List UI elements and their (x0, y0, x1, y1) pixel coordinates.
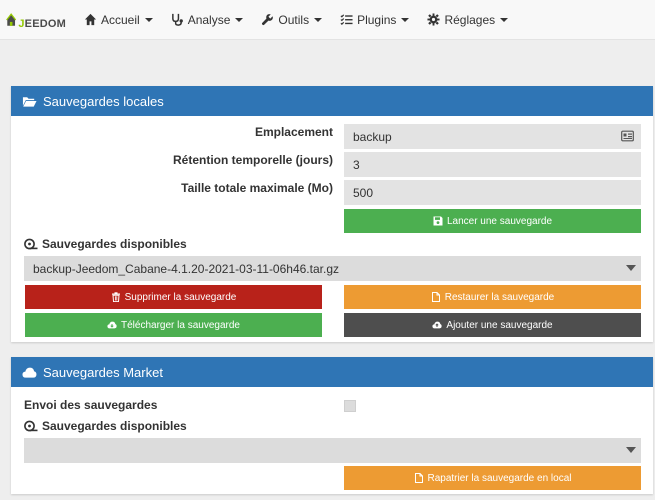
local-backups-title: Sauvegardes locales (43, 93, 164, 109)
local-backups-panel: Sauvegardes locales Emplacement backup R… (11, 86, 653, 342)
nav-plugins[interactable]: Plugins (340, 12, 410, 27)
location-value: backup (353, 129, 392, 144)
available-backups-label: Sauvegardes disponibles (24, 237, 187, 251)
location-row: Emplacement backup (11, 124, 653, 150)
max-size-value: 500 (353, 185, 374, 200)
file-icon (414, 473, 423, 483)
repatriate-backup-button[interactable]: Rapatrier la sauvegarde en local (344, 466, 641, 490)
chevron-down-icon (401, 17, 410, 22)
nav-accueil-label: Accueil (101, 12, 140, 27)
chevron-down-icon (626, 447, 636, 453)
available-backups-select[interactable]: backup-Jeedom_Cabane-4.1.20-2021-03-11-0… (24, 256, 641, 281)
selected-backup-value: backup-Jeedom_Cabane-4.1.20-2021-03-11-0… (33, 261, 339, 276)
stethoscope-icon (171, 13, 183, 26)
nav-reglages-label: Réglages (444, 12, 496, 27)
nav-outils-label: Outils (278, 12, 310, 27)
cloud-upload-icon (432, 321, 443, 329)
nav-reglages[interactable]: Réglages (427, 12, 509, 27)
house-logo-icon (6, 12, 17, 26)
launch-backup-button[interactable]: Lancer une sauvegarde (344, 209, 641, 233)
repatriate-backup-label: Rapatrier la sauvegarde en local (427, 472, 572, 484)
id-card-icon (621, 130, 634, 142)
cog-icon (427, 13, 440, 26)
retention-row: Rétention temporelle (jours) 3 (11, 152, 653, 178)
download-backup-label: Télécharger la sauvegarde (121, 319, 240, 331)
market-available-backups-label: Sauvegardes disponibles (24, 419, 187, 433)
retention-input[interactable]: 3 (344, 152, 641, 177)
launch-backup-label: Lancer une sauvegarde (446, 215, 553, 227)
cloud-download-icon (107, 321, 117, 329)
retention-label: Rétention temporelle (jours) (172, 153, 333, 167)
chevron-down-icon (626, 265, 636, 271)
delete-backup-label: Supprimer la sauvegarde (124, 291, 237, 303)
location-input[interactable]: backup (344, 124, 641, 149)
nav-outils[interactable]: Outils (261, 12, 323, 27)
archive-reel-icon (24, 238, 38, 250)
retention-value: 3 (353, 157, 360, 172)
market-backups-title: Sauvegardes Market (43, 364, 163, 380)
logo-text: JEEDOM (18, 17, 66, 30)
chevron-down-icon (500, 17, 509, 22)
nav-plugins-label: Plugins (357, 12, 397, 27)
send-backups-text: Envoi des sauvegardes (24, 398, 158, 412)
archive-reel-icon (24, 420, 38, 432)
restore-backup-button[interactable]: Restaurer la sauvegarde (344, 285, 641, 309)
nav-analyse[interactable]: Analyse (171, 13, 244, 27)
market-available-backups-text: Sauvegardes disponibles (42, 419, 187, 433)
max-size-label: Taille totale maximale (Mo) (181, 181, 333, 195)
nav-accueil[interactable]: Accueil (84, 13, 153, 27)
add-backup-button[interactable]: Ajouter une sauvegarde (344, 313, 641, 337)
tasks-icon (340, 14, 353, 25)
download-backup-button[interactable]: Télécharger la sauvegarde (25, 313, 322, 337)
add-backup-label: Ajouter une sauvegarde (446, 319, 553, 331)
chevron-down-icon (144, 17, 153, 22)
market-backups-panel: Sauvegardes Market Envoi des sauvegardes… (11, 357, 653, 494)
send-backups-checkbox[interactable] (344, 400, 356, 412)
folder-open-icon (22, 96, 37, 107)
max-size-input[interactable]: 500 (344, 180, 641, 205)
location-label: Emplacement (254, 125, 333, 139)
top-navbar: JEEDOM Accueil Analyse Outils Plugins Ré… (0, 0, 655, 40)
cloud-icon (22, 367, 37, 378)
jeedom-logo[interactable]: JEEDOM (6, 5, 66, 35)
send-backups-label: Envoi des sauvegardes (24, 398, 157, 412)
max-size-row: Taille totale maximale (Mo) 500 (11, 180, 653, 206)
home-icon (84, 13, 97, 26)
nav-analyse-label: Analyse (187, 12, 231, 27)
wrench-icon (262, 14, 274, 26)
market-backups-select[interactable] (24, 438, 641, 463)
restore-backup-label: Restaurer la sauvegarde (444, 291, 555, 303)
available-backups-text: Sauvegardes disponibles (42, 237, 187, 251)
trash-icon (111, 292, 120, 302)
chevron-down-icon (235, 17, 244, 22)
file-icon (431, 292, 440, 302)
chevron-down-icon (314, 17, 323, 22)
save-icon (433, 216, 443, 226)
market-backups-heading: Sauvegardes Market (11, 357, 653, 387)
local-backups-heading: Sauvegardes locales (11, 86, 653, 116)
delete-backup-button[interactable]: Supprimer la sauvegarde (25, 285, 322, 309)
